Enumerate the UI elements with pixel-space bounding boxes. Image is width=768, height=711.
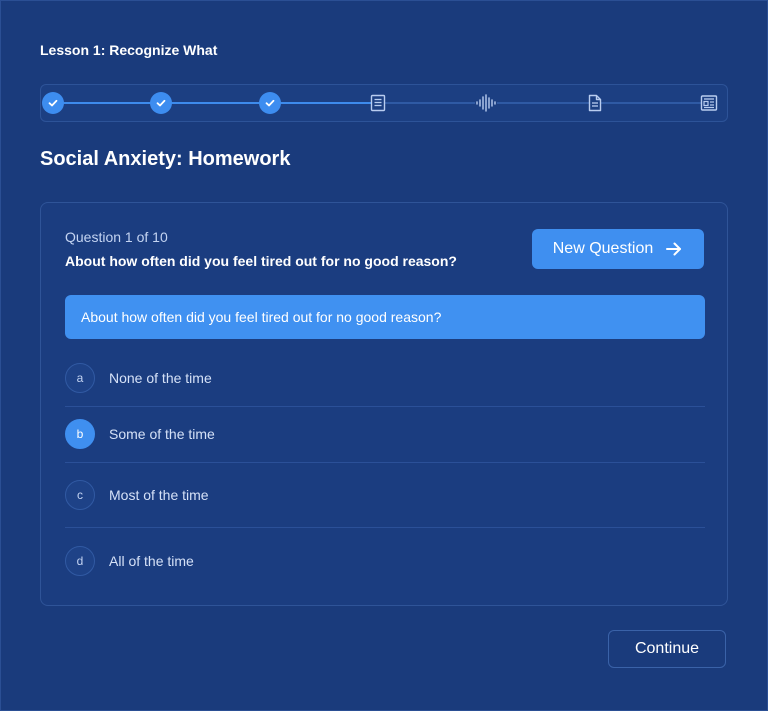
option-divider [65,406,705,407]
question-counter: Question 1 of 10 [65,229,168,245]
option-c-label: Most of the time [109,487,209,503]
continue-button[interactable]: Continue [608,630,726,668]
option-d[interactable]: d All of the time [65,546,705,576]
step-6-document[interactable] [584,92,606,114]
option-a-key: a [65,363,95,393]
option-c[interactable]: c Most of the time [65,480,705,510]
option-c-key: c [65,480,95,510]
step-7-newspaper[interactable] [698,92,720,114]
step-4-article[interactable] [367,92,389,114]
option-a[interactable]: a None of the time [65,363,705,393]
audio-wave-icon [475,94,497,112]
new-question-button[interactable]: New Question [532,229,704,269]
question-card: Question 1 of 10 About how often did you… [40,202,728,606]
option-b-selected[interactable]: b Some of the time [65,419,705,449]
progress-stepper [40,84,728,122]
step-2-complete[interactable] [150,92,172,114]
option-d-label: All of the time [109,553,194,569]
option-b-label: Some of the time [109,426,215,442]
lesson-title: Lesson 1: Recognize What [40,42,218,58]
question-prompt: About how often did you feel tired out f… [65,295,705,339]
option-b-key: b [65,419,95,449]
option-divider [65,462,705,463]
option-d-key: d [65,546,95,576]
step-3-complete[interactable] [259,92,281,114]
check-icon [156,99,166,107]
option-a-label: None of the time [109,370,212,386]
option-divider [65,527,705,528]
article-icon [370,94,386,112]
question-text: About how often did you feel tired out f… [65,253,457,269]
check-icon [265,99,275,107]
step-5-audio[interactable] [475,92,497,114]
document-icon [588,94,602,112]
section-title: Social Anxiety: Homework [40,148,291,170]
stepper-line-todo [379,102,709,104]
step-1-complete[interactable] [42,92,64,114]
check-icon [48,99,58,107]
arrow-right-icon [666,242,682,256]
new-question-label: New Question [552,240,654,257]
stepper-line-done [63,102,379,104]
newspaper-icon [700,95,718,111]
